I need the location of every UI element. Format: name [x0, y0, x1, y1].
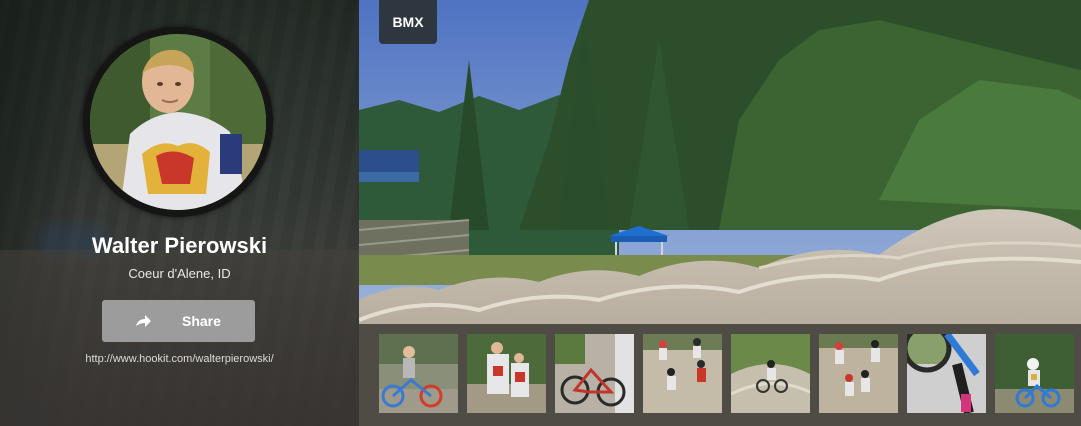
avatar-frame [83, 27, 273, 217]
thumbnail-riders-on-dirt[interactable] [819, 334, 898, 413]
cover-photo[interactable]: BMX [359, 0, 1081, 426]
thumbnail-rider-jumping[interactable] [995, 334, 1074, 413]
profile-name: Walter Pierowski [91, 233, 268, 258]
thumbnail-riders-racing-track[interactable] [643, 334, 722, 413]
thumbnail-blue-bike-handlebar[interactable] [907, 334, 986, 413]
profile-url-link[interactable]: http://www.hookit.com/walterpierowski/ [0, 353, 359, 365]
thumbnail-two-riders-jerseys[interactable] [467, 334, 546, 413]
thumbnail-rider-on-berm[interactable] [731, 334, 810, 413]
thumbnail-rider-with-bike[interactable] [379, 334, 458, 413]
profile-panel: Walter Pierowski Coeur d'Alene, ID Share… [0, 0, 359, 426]
profile-location: Coeur d'Alene, ID [128, 266, 231, 281]
share-arrow-icon [134, 312, 152, 330]
avatar[interactable] [90, 34, 266, 210]
category-badge[interactable]: BMX [379, 0, 437, 44]
profile-card: Walter Pierowski Coeur d'Alene, ID Share… [0, 0, 1081, 426]
thumbnail-red-bmx-bike[interactable] [555, 334, 634, 413]
share-button-label: Share [182, 313, 221, 329]
share-button[interactable]: Share [102, 300, 255, 342]
